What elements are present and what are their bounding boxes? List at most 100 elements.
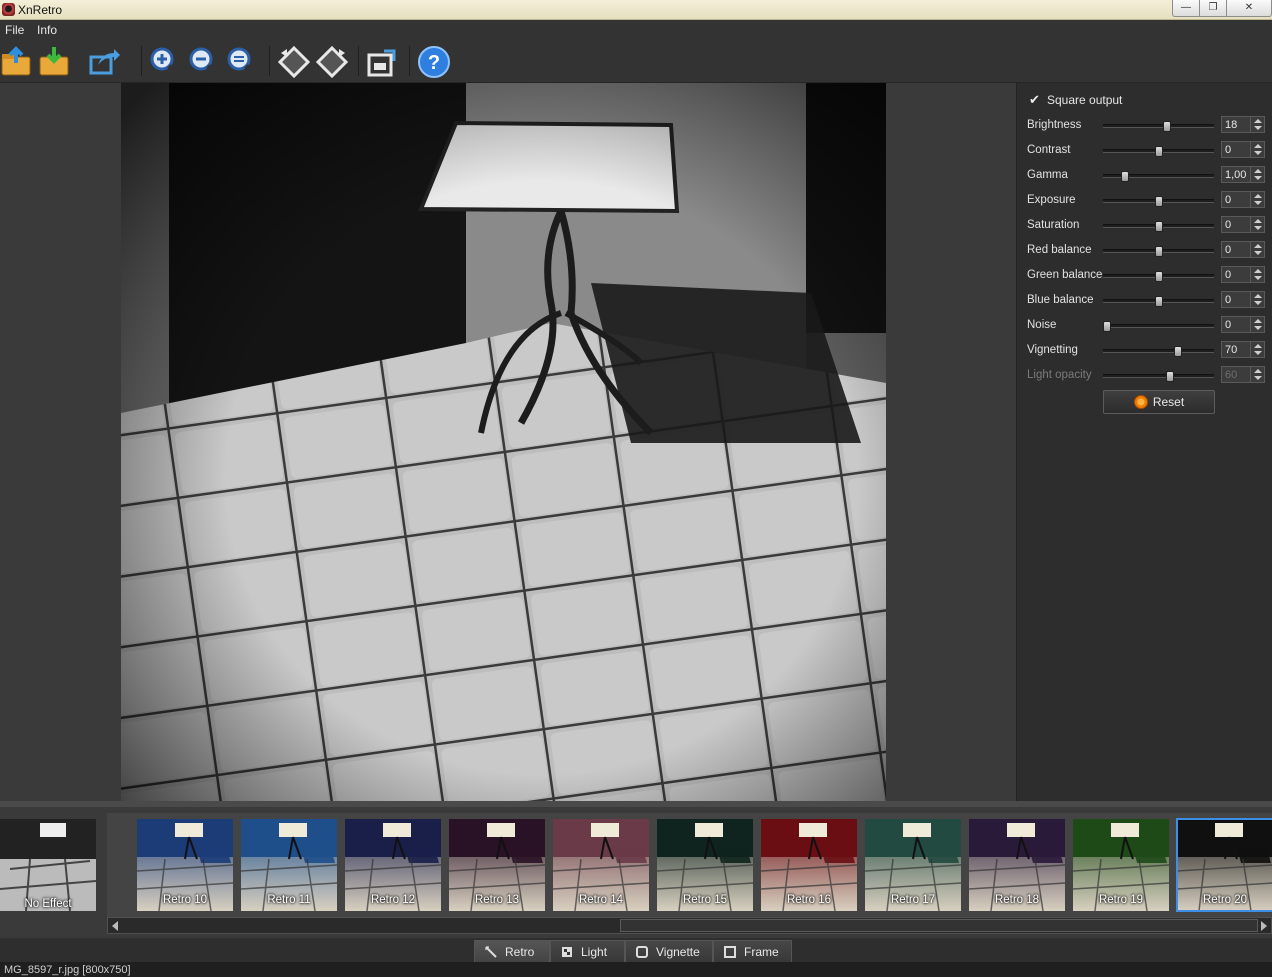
maximize-button[interactable]: ❐ bbox=[1199, 0, 1227, 17]
spin-up-icon[interactable] bbox=[1254, 169, 1262, 173]
thumb-partial[interactable] bbox=[107, 819, 129, 911]
spin-up-icon[interactable] bbox=[1254, 144, 1262, 148]
menu-bar: File Info bbox=[0, 20, 1272, 40]
square-output-checkbox[interactable]: ✔ Square output bbox=[1029, 93, 1122, 107]
slider-track[interactable] bbox=[1103, 221, 1214, 232]
spin-down-icon[interactable] bbox=[1254, 351, 1262, 355]
reset-button[interactable]: Reset bbox=[1103, 390, 1215, 414]
spin-down-icon[interactable] bbox=[1254, 226, 1262, 230]
zoom-out-icon[interactable] bbox=[187, 45, 221, 79]
spin-down-icon[interactable] bbox=[1254, 251, 1262, 255]
open-icon[interactable] bbox=[0, 45, 34, 79]
rotate-left-icon[interactable] bbox=[277, 45, 311, 79]
thumb-effect[interactable]: Retro 17 bbox=[865, 819, 961, 911]
share-icon[interactable] bbox=[88, 45, 122, 79]
scroll-left-icon[interactable] bbox=[112, 921, 118, 931]
checkmark-icon: ✔ bbox=[1029, 92, 1040, 107]
value-spinbox[interactable]: 0 bbox=[1221, 191, 1265, 208]
slider-thumb[interactable] bbox=[1154, 221, 1163, 232]
help-icon[interactable]: ? bbox=[417, 45, 451, 79]
adjustments-panel: ✔ Square output Brightness 18 Contrast 0 Gam… bbox=[1016, 83, 1272, 801]
spin-down-icon[interactable] bbox=[1254, 326, 1262, 330]
value-spinbox[interactable]: 0 bbox=[1221, 316, 1265, 333]
thumb-effect[interactable]: Retro 12 bbox=[345, 819, 441, 911]
spin-down-icon[interactable] bbox=[1254, 126, 1262, 130]
zoom-in-icon[interactable] bbox=[148, 45, 182, 79]
thumb-effect[interactable]: Retro 10 bbox=[137, 819, 233, 911]
slider-track[interactable] bbox=[1103, 246, 1214, 257]
spin-up-icon[interactable] bbox=[1254, 294, 1262, 298]
spin-value: 1,00 bbox=[1225, 169, 1247, 181]
thumb-effect[interactable]: Retro 20 bbox=[1176, 818, 1272, 912]
horizontal-scrollbar[interactable] bbox=[107, 917, 1272, 934]
thumb-effect[interactable]: Retro 14 bbox=[553, 819, 649, 911]
zoom-fit-icon[interactable] bbox=[225, 45, 259, 79]
slider-row: Saturation 0 bbox=[1027, 216, 1267, 236]
slider-thumb[interactable] bbox=[1154, 296, 1163, 307]
spin-up-icon[interactable] bbox=[1254, 119, 1262, 123]
menu-file[interactable]: File bbox=[5, 23, 24, 37]
thumb-effect[interactable]: Retro 19 bbox=[1073, 819, 1169, 911]
photo-preview[interactable] bbox=[121, 83, 886, 801]
slider-thumb[interactable] bbox=[1154, 271, 1163, 282]
slider-thumb[interactable] bbox=[1154, 146, 1163, 157]
value-spinbox[interactable]: 0 bbox=[1221, 216, 1265, 233]
minimize-button[interactable]: — bbox=[1172, 0, 1200, 17]
spin-up-icon[interactable] bbox=[1254, 244, 1262, 248]
tab-vignette[interactable]: Vignette bbox=[625, 940, 713, 962]
slider-track[interactable] bbox=[1103, 196, 1214, 207]
thumb-no-effect[interactable]: No Effect bbox=[0, 819, 96, 915]
slider-thumb[interactable] bbox=[1103, 321, 1112, 332]
thumb-effect[interactable]: Retro 13 bbox=[449, 819, 545, 911]
scroll-thumb[interactable] bbox=[620, 919, 1258, 932]
menu-info[interactable]: Info bbox=[37, 23, 57, 37]
spin-down-icon[interactable] bbox=[1254, 276, 1262, 280]
thumb-effect[interactable]: Retro 16 bbox=[761, 819, 857, 911]
thumb-effect[interactable]: Retro 11 bbox=[241, 819, 337, 911]
spin-up-icon[interactable] bbox=[1254, 194, 1262, 198]
spin-down-icon[interactable] bbox=[1254, 176, 1262, 180]
frame-icon bbox=[724, 945, 736, 958]
spin-up-icon[interactable] bbox=[1254, 219, 1262, 223]
rotate-right-icon[interactable] bbox=[315, 45, 349, 79]
spin-down-icon[interactable] bbox=[1254, 301, 1262, 305]
tab-frame[interactable]: Frame bbox=[713, 940, 792, 962]
crop-icon[interactable] bbox=[366, 45, 400, 79]
value-spinbox[interactable]: 0 bbox=[1221, 266, 1265, 283]
value-spinbox[interactable]: 1,00 bbox=[1221, 166, 1265, 183]
slider-row: Light opacity 60 bbox=[1027, 366, 1267, 386]
close-button[interactable]: ✕ bbox=[1226, 0, 1272, 17]
spin-up-icon[interactable] bbox=[1254, 319, 1262, 323]
thumb-effect[interactable]: Retro 18 bbox=[969, 819, 1065, 911]
save-icon[interactable] bbox=[38, 45, 82, 79]
tab-retro[interactable]: Retro bbox=[474, 940, 550, 962]
spin-buttons bbox=[1250, 242, 1264, 257]
spin-up-icon[interactable] bbox=[1254, 269, 1262, 273]
slider-label: Contrast bbox=[1027, 144, 1071, 156]
slider-thumb[interactable] bbox=[1163, 121, 1172, 132]
slider-label: Vignetting bbox=[1027, 344, 1078, 356]
value-spinbox[interactable]: 0 bbox=[1221, 291, 1265, 308]
spin-up-icon[interactable] bbox=[1254, 344, 1262, 348]
slider-track[interactable] bbox=[1103, 346, 1214, 357]
spin-down-icon[interactable] bbox=[1254, 151, 1262, 155]
scroll-right-icon[interactable] bbox=[1261, 921, 1267, 931]
spin-down-icon[interactable] bbox=[1254, 201, 1262, 205]
value-spinbox[interactable]: 0 bbox=[1221, 241, 1265, 258]
slider-track[interactable] bbox=[1103, 271, 1214, 282]
slider-thumb[interactable] bbox=[1154, 196, 1163, 207]
slider-thumb[interactable] bbox=[1154, 246, 1163, 257]
slider-track[interactable] bbox=[1103, 321, 1214, 332]
thumb-effect[interactable]: Retro 15 bbox=[657, 819, 753, 911]
slider-track[interactable] bbox=[1103, 121, 1214, 132]
slider-track[interactable] bbox=[1103, 146, 1214, 157]
slider-thumb[interactable] bbox=[1121, 171, 1130, 182]
value-spinbox[interactable]: 18 bbox=[1221, 116, 1265, 133]
value-spinbox[interactable]: 0 bbox=[1221, 141, 1265, 158]
tab-light[interactable]: Light bbox=[550, 940, 625, 962]
spin-buttons bbox=[1250, 267, 1264, 282]
slider-track[interactable] bbox=[1103, 296, 1214, 307]
slider-track[interactable] bbox=[1103, 171, 1214, 182]
slider-thumb[interactable] bbox=[1174, 346, 1183, 357]
value-spinbox[interactable]: 70 bbox=[1221, 341, 1265, 358]
